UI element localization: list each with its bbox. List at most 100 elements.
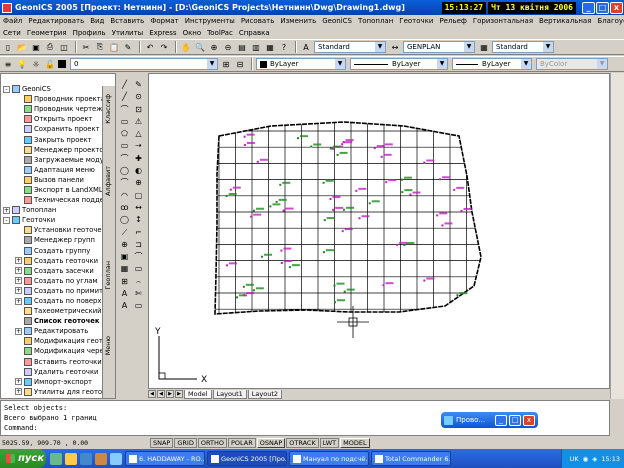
vtab-0[interactable]: Классиф: [104, 94, 115, 124]
draw-tool-icon[interactable]: △: [132, 128, 145, 140]
draw-tool-icon[interactable]: ▭: [118, 116, 131, 128]
draw-tool-icon[interactable]: ▭: [132, 300, 145, 312]
draw-tool-icon[interactable]: ╱: [118, 91, 131, 103]
start-button[interactable]: пуск: [0, 449, 46, 468]
cut-icon[interactable]: ✂: [80, 41, 92, 53]
expand-toggle-icon[interactable]: +: [15, 388, 22, 396]
draw-tool-icon[interactable]: ⌒: [118, 104, 131, 116]
draw-tool-icon[interactable]: ▭: [132, 263, 145, 275]
tree-item[interactable]: + Импорт-экспорт: [3, 377, 103, 387]
menu-item-0[interactable]: Файл: [3, 17, 22, 25]
color-select[interactable]: ByLayer ▼: [256, 58, 346, 70]
tree-item[interactable]: Техническая поддержка: [3, 195, 103, 205]
vtab-1[interactable]: Алфавит: [104, 166, 115, 196]
tree-item[interactable]: + Топоплан: [3, 205, 103, 215]
draw-tool-icon[interactable]: ⊕: [118, 239, 131, 251]
tree-item[interactable]: + Редактировать: [3, 326, 103, 336]
quicklaunch-media-icon[interactable]: [80, 452, 92, 465]
dim-style-select[interactable]: GENPLAN ▼: [403, 41, 475, 53]
layer-previous-icon[interactable]: ⊟: [234, 58, 246, 70]
zoom-previous-icon[interactable]: ⊖: [222, 41, 234, 53]
draw-tool-icon[interactable]: ↔: [132, 202, 145, 214]
menu2-item-0[interactable]: Сети: [3, 29, 21, 37]
status-model-button[interactable]: MODEL: [340, 437, 370, 448]
menu2-item-2[interactable]: Профиль: [73, 29, 106, 37]
bulb-icon[interactable]: 💡: [16, 58, 28, 70]
layer-select[interactable]: 0 ▼: [70, 58, 218, 70]
tray-icon-2[interactable]: ◈: [592, 455, 597, 463]
sun-icon[interactable]: ☼: [30, 58, 42, 70]
tree-item[interactable]: Экспорт в LandXML: [3, 185, 103, 195]
tree-item[interactable]: Закрыть проект: [3, 134, 103, 144]
menu-item-9[interactable]: Топоплан: [358, 17, 393, 25]
pan-icon[interactable]: ✋: [180, 41, 192, 53]
tree-item[interactable]: Проводник проекта: [3, 94, 103, 104]
draw-tool-icon[interactable]: ✎: [132, 79, 145, 91]
draw-tool-icon[interactable]: ▢: [132, 190, 145, 202]
draw-tool-icon[interactable]: ⌒: [118, 153, 131, 165]
draw-tool-icon[interactable]: ◯: [118, 214, 131, 226]
menu-item-7[interactable]: Изменить: [280, 17, 316, 25]
menu-item-8[interactable]: GeoniCS: [322, 17, 352, 25]
tree-item[interactable]: Открыть проект: [3, 114, 103, 124]
tree-item[interactable]: Установки геоточек: [3, 225, 103, 235]
menu2-item-6[interactable]: ToolPac: [207, 29, 233, 37]
quicklaunch-ie-icon[interactable]: [50, 452, 62, 465]
drawing-canvas[interactable]: YX: [148, 73, 610, 389]
designcenter-icon[interactable]: ▥: [250, 41, 262, 53]
quicklaunch-app-icon[interactable]: [95, 452, 107, 465]
menu2-item-3[interactable]: Утилиты: [112, 29, 144, 37]
tree-item[interactable]: Менеджер групп: [3, 235, 103, 245]
menu-item-11[interactable]: Рельеф: [439, 17, 466, 25]
status-osnap-button[interactable]: OSNAP: [256, 437, 286, 448]
tree-item[interactable]: - Геоточки: [3, 215, 103, 225]
redo-icon[interactable]: ↷: [158, 41, 170, 53]
save-icon[interactable]: ▣: [30, 41, 42, 53]
draw-tool-icon[interactable]: A: [118, 288, 131, 300]
tree-item[interactable]: - GeoniCS: [3, 84, 103, 94]
tree-item[interactable]: Загружаемые модули: [3, 155, 103, 165]
menu2-item-7[interactable]: Справка: [239, 29, 270, 37]
maximize-button[interactable]: □: [596, 1, 609, 14]
status-snap-button[interactable]: SNAP: [150, 437, 174, 448]
draw-tool-icon[interactable]: ⚠: [132, 116, 145, 128]
lineweight-select[interactable]: ByLayer ▼: [452, 58, 532, 70]
draw-tool-icon[interactable]: ✚: [132, 153, 145, 165]
vtab-3[interactable]: Меню: [104, 336, 115, 355]
tree-item[interactable]: + Создать по углам: [3, 276, 103, 286]
tree-item[interactable]: Тахеометрический ход: [3, 306, 103, 316]
draw-tool-icon[interactable]: ⊡: [132, 104, 145, 116]
quicklaunch-folder-icon[interactable]: [65, 452, 77, 465]
draw-tool-icon[interactable]: ▦: [118, 263, 131, 275]
draw-tool-icon[interactable]: ⊞: [118, 276, 131, 288]
tree-item[interactable]: Проводник чертежа: [3, 104, 103, 114]
table-style-select[interactable]: Standard ▼: [492, 41, 554, 53]
draw-tool-icon[interactable]: ⊙: [132, 91, 145, 103]
draw-tool-icon[interactable]: ⟋: [118, 227, 131, 239]
float-minimize-button[interactable]: _: [495, 414, 507, 426]
draw-tool-icon[interactable]: ⇢: [132, 140, 145, 152]
print-icon[interactable]: ⎙: [44, 41, 56, 53]
expand-toggle-icon[interactable]: +: [15, 257, 22, 265]
tree-item[interactable]: Менеджер проектов: [3, 145, 103, 155]
linetype-select[interactable]: ByLayer ▼: [350, 58, 448, 70]
tree-item[interactable]: Сохранить проект: [3, 124, 103, 134]
tree-item[interactable]: Модификация геоточек: [3, 336, 103, 346]
language-indicator[interactable]: UK: [570, 455, 579, 463]
tab-model[interactable]: Model: [184, 389, 212, 399]
draw-tool-icon[interactable]: ⌒: [118, 177, 131, 189]
plotstyle-select[interactable]: ByColor ▼: [536, 58, 608, 70]
tree-item[interactable]: + Создать по поверхности: [3, 296, 103, 306]
make-current-icon[interactable]: ⊞: [220, 58, 232, 70]
draw-tool-icon[interactable]: A: [118, 300, 131, 312]
taskbar-task[interactable]: Мануал по подсчё...: [289, 451, 369, 466]
menu2-item-4[interactable]: Express: [149, 29, 176, 37]
menu-item-14[interactable]: Благоустройство: [597, 17, 624, 25]
draw-tool-icon[interactable]: ⌒: [132, 251, 145, 263]
toolpalette-icon[interactable]: ▦: [264, 41, 276, 53]
last-tab-button[interactable]: ▶: [175, 390, 183, 398]
preview-icon[interactable]: ◫: [58, 41, 70, 53]
draw-tool-icon[interactable]: ⊕: [132, 177, 145, 189]
status-polar-button[interactable]: POLAR: [227, 437, 256, 448]
close-button[interactable]: x: [610, 1, 623, 14]
